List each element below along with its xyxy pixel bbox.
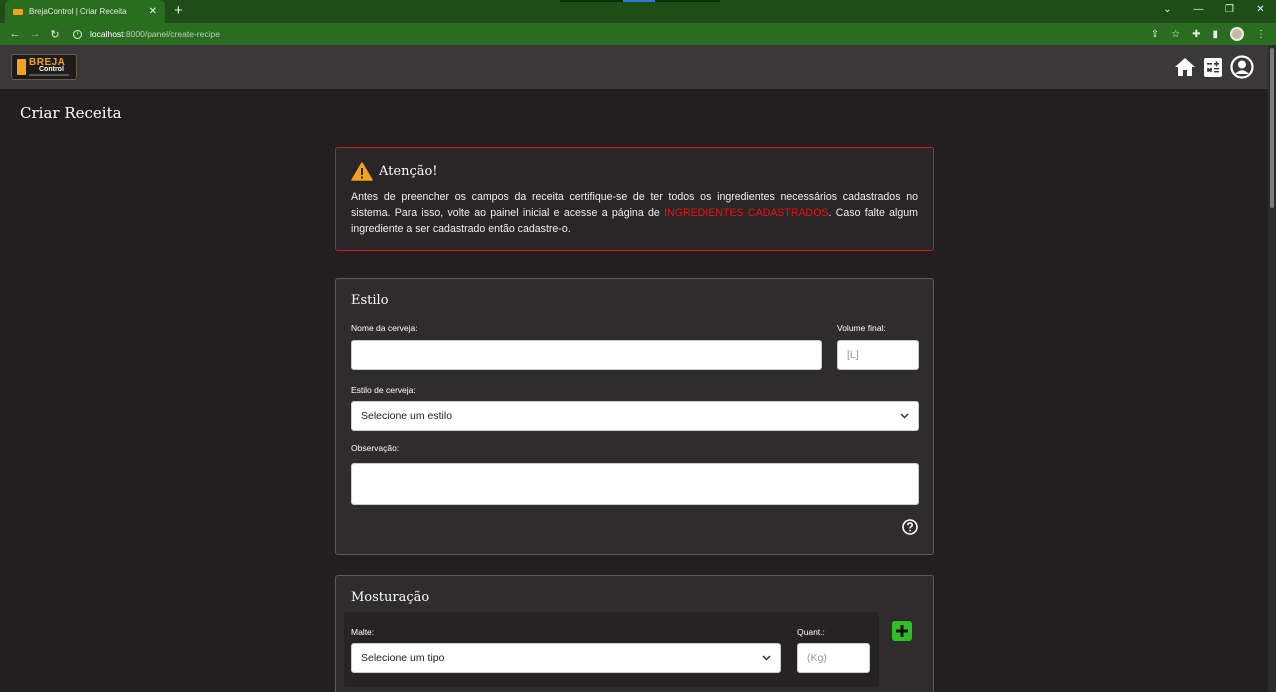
window-controls: ⌄ — ❐ ✕ <box>1152 0 1276 23</box>
profile-avatar[interactable] <box>1230 27 1244 41</box>
logo-text-control: Control <box>39 66 64 73</box>
chevron-down-icon <box>762 655 771 661</box>
address-bar: ← → ↻ i localhost:8000/panel/create-reci… <box>0 23 1276 45</box>
estilo-title: Estilo <box>351 293 389 308</box>
header-actions <box>1174 55 1254 79</box>
quantity-label: Quant.: <box>797 627 825 637</box>
warning-alert: Atenção! Antes de preencher os campos da… <box>335 147 934 251</box>
browser-tab[interactable]: BrejaControl | Criar Receita ✕ <box>5 0 165 23</box>
help-icon[interactable] <box>902 519 918 535</box>
scrollbar-thumb[interactable] <box>1270 48 1274 208</box>
observation-textarea[interactable] <box>351 463 919 505</box>
forward-icon[interactable]: → <box>25 28 45 40</box>
chevron-down-icon <box>900 413 909 419</box>
calculator-icon[interactable] <box>1204 57 1222 77</box>
menu-kebab-icon[interactable]: ⋮ <box>1256 29 1266 40</box>
top-indicator <box>560 0 720 2</box>
close-tab-icon[interactable]: ✕ <box>149 6 157 17</box>
back-icon[interactable]: ← <box>5 28 25 40</box>
share-icon[interactable]: ⇪ <box>1151 29 1159 40</box>
user-account-icon[interactable] <box>1230 55 1254 79</box>
mosturacao-card: Mosturação Malte: Selecione um tipo Quan… <box>335 575 934 692</box>
add-malt-button[interactable] <box>892 621 912 641</box>
toolbar-right: ⇪ ☆ ✚ ▮ ⋮ <box>1151 23 1266 45</box>
extensions-icon[interactable]: ✚ <box>1192 29 1200 40</box>
beer-name-input[interactable] <box>351 340 822 370</box>
reload-icon[interactable]: ↻ <box>45 28 65 41</box>
brand-logo[interactable]: BREJA Control <box>11 54 77 80</box>
ingredients-link[interactable]: INGREDIENTES CADASTRADOS <box>664 207 828 219</box>
style-label: Estilo de cerveja: <box>351 385 416 395</box>
warning-title: Atenção! <box>379 164 438 179</box>
volume-input[interactable]: [L] <box>837 340 919 370</box>
mosturacao-title: Mosturação <box>351 590 430 605</box>
url-path: :8000/panel/create-recipe <box>123 29 220 39</box>
restore-button[interactable]: ❐ <box>1214 0 1245 23</box>
beer-mug-icon <box>17 59 26 75</box>
malt-select[interactable]: Selecione um tipo <box>351 643 781 673</box>
page-title: Criar Receita <box>20 104 122 122</box>
url-field[interactable]: i localhost:8000/panel/create-recipe <box>73 29 220 39</box>
observation-label: Observação: <box>351 443 400 453</box>
app-header: BREJA Control <box>0 45 1268 89</box>
home-icon[interactable] <box>1174 57 1196 77</box>
volume-label: Volume final: <box>837 323 886 333</box>
tab-search-icon[interactable]: ⌄ <box>1152 0 1183 23</box>
bookmark-star-icon[interactable]: ☆ <box>1171 29 1180 40</box>
warning-icon <box>351 162 373 181</box>
style-select[interactable]: Selecione um estilo <box>351 401 919 431</box>
estilo-card: Estilo Nome da cerveja: Volume final: [L… <box>335 278 934 555</box>
favicon-icon <box>13 8 23 15</box>
tab-title: BrejaControl | Criar Receita <box>29 7 127 16</box>
close-window-button[interactable]: ✕ <box>1245 0 1276 23</box>
beer-name-label: Nome da cerveja: <box>351 323 418 333</box>
browser-tabbar: BrejaControl | Criar Receita ✕ + ⌄ — ❐ ✕ <box>0 0 1276 23</box>
url-host: localhost <box>90 29 124 39</box>
site-info-icon[interactable]: i <box>73 29 82 39</box>
minimize-button[interactable]: — <box>1183 0 1214 23</box>
plus-icon <box>896 625 908 637</box>
side-panel-icon[interactable]: ▮ <box>1212 29 1218 40</box>
warning-text: Antes de preencher os campos da receita … <box>351 191 918 235</box>
new-tab-button[interactable]: + <box>174 2 183 19</box>
quantity-input[interactable]: (Kg) <box>797 643 870 673</box>
malt-label: Malte: <box>351 627 375 637</box>
